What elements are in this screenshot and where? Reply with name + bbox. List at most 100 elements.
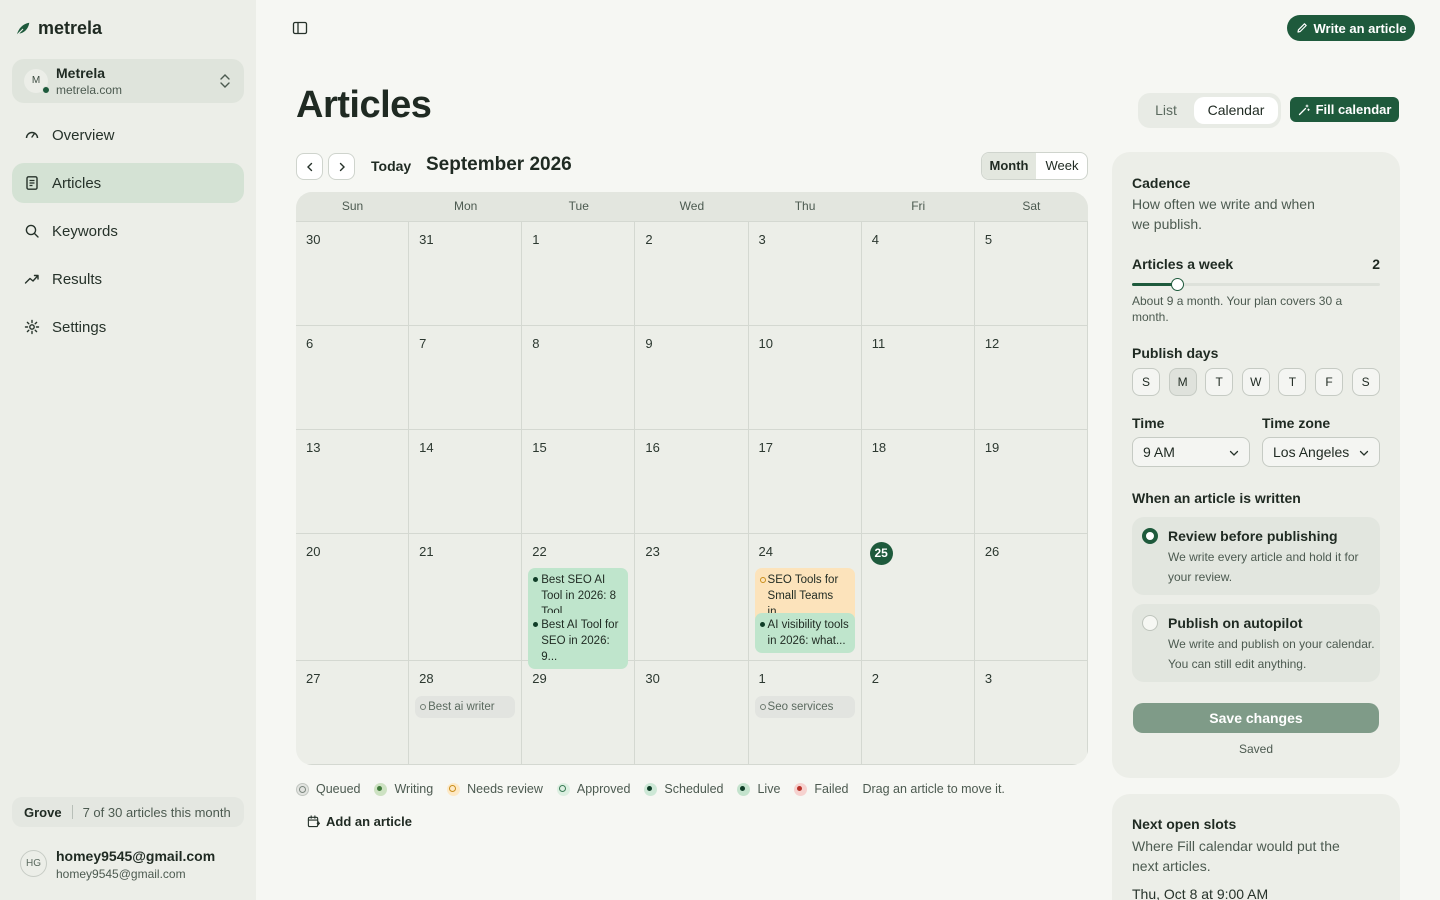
day-number: 5 — [984, 232, 993, 247]
radio-checked[interactable] — [1142, 528, 1158, 544]
legend-label: Scheduled — [664, 782, 724, 796]
day-number: 17 — [758, 440, 774, 455]
calendar-day-cell[interactable]: 7 — [409, 326, 523, 430]
user-avatar[interactable]: HG — [20, 850, 47, 877]
legend-failed: Failed — [794, 782, 848, 796]
calendar-day-cell[interactable]: 1 Seo services — [748, 661, 862, 765]
calendar-day-cell[interactable]: 31 — [409, 222, 523, 326]
slider-fill — [1132, 283, 1177, 286]
calendar-day-cell[interactable]: 14 — [409, 430, 523, 534]
articles-week-slider[interactable] — [1132, 278, 1380, 291]
user-name[interactable]: homey9545@gmail.com — [56, 848, 215, 864]
tab-list[interactable]: List — [1144, 97, 1188, 124]
calendar-day-cell[interactable]: 5 — [974, 222, 1088, 326]
slot-item[interactable]: Thu, Oct 8 at 9:00 AM — [1132, 884, 1268, 900]
calendar-day-cell[interactable]: 15 — [522, 430, 636, 534]
calendar-day-cell[interactable]: 17 — [748, 430, 862, 534]
publish-day-toggle[interactable]: S — [1132, 368, 1160, 396]
brand-logo[interactable]: metrela — [14, 18, 102, 39]
time-select[interactable]: 9 AM — [1132, 437, 1250, 467]
calendar-day-cell[interactable]: 19 — [974, 430, 1088, 534]
day-number: 16 — [645, 440, 660, 455]
next-month-button[interactable] — [328, 153, 355, 180]
sidebar-item-overview[interactable]: Overview — [12, 115, 244, 155]
fill-calendar-label: Fill calendar — [1315, 102, 1392, 117]
tab-week[interactable]: Week — [1036, 153, 1087, 179]
calendar-day-cell[interactable]: 25 — [861, 534, 975, 661]
sidebar-item-articles[interactable]: Articles — [12, 163, 244, 203]
calendar-day-cell[interactable]: 23 — [635, 534, 749, 661]
write-article-label: Write an article — [1313, 20, 1407, 36]
add-article-button[interactable]: Add an article — [307, 814, 412, 829]
needs-review-status-icon — [759, 577, 766, 583]
live-status-icon — [737, 782, 751, 796]
calendar-day-cell[interactable]: 26 — [974, 534, 1088, 661]
calendar-day-cell[interactable]: 2 — [635, 222, 749, 326]
calendar-day-cell[interactable]: 3 — [748, 222, 862, 326]
fill-calendar-button[interactable]: Fill calendar — [1290, 97, 1399, 122]
option-review-before-publishing[interactable]: Review before publishing We write every … — [1132, 517, 1380, 595]
calendar-day-cell[interactable]: 4 — [861, 222, 975, 326]
calendar-day-cell[interactable]: 20 — [296, 534, 410, 661]
slider-thumb[interactable] — [1170, 278, 1184, 291]
calendar-day-cell[interactable]: 27 — [296, 661, 410, 765]
publish-day-toggle[interactable]: M — [1168, 368, 1197, 396]
day-number: 11 — [871, 336, 886, 351]
calendar-day-cell[interactable]: 9 — [635, 326, 749, 430]
calendar-day-cell[interactable]: 30 — [635, 661, 749, 765]
article-chip-scheduled[interactable]: AI visibility tools in 2026: what... — [754, 613, 855, 653]
tab-month[interactable]: Month — [982, 153, 1036, 179]
divider — [71, 805, 73, 819]
legend-scheduled: Scheduled — [644, 782, 723, 796]
calendar-day-cell[interactable]: 30 — [296, 222, 410, 326]
calendar-day-cell[interactable]: 10 — [748, 326, 862, 430]
publish-day-toggle[interactable]: W — [1241, 368, 1270, 396]
timezone-value: Los Angeles — [1273, 444, 1350, 460]
calendar-day-cell[interactable]: 1 — [522, 222, 636, 326]
calendar-day-cell[interactable]: 18 — [861, 430, 975, 534]
calendar-day-cell[interactable]: 22 Best SEO AI Tool in 2026: 8 Tool... Bes… — [522, 534, 636, 669]
timezone-label: Time zone — [1262, 415, 1331, 431]
write-article-button[interactable]: Write an article — [1287, 15, 1415, 41]
calendar-day-cell[interactable]: 13 — [296, 430, 410, 534]
calendar-day-cell[interactable]: 29 — [522, 661, 636, 765]
workspace-switcher[interactable]: M Metrela metrela.com — [12, 59, 244, 103]
timezone-select[interactable]: Los Angeles — [1262, 437, 1380, 467]
calendar-day-cell[interactable]: 11 — [861, 326, 975, 430]
calendar-day-cell[interactable]: 3 — [974, 661, 1088, 765]
calendar-day-cell[interactable]: 21 — [409, 534, 523, 661]
day-number: 8 — [532, 336, 540, 351]
article-chip-queued[interactable]: Best ai writer — [415, 696, 516, 718]
calendar-day-cell[interactable]: 2 — [861, 661, 975, 765]
calendar-day-cell[interactable]: 8 — [522, 326, 636, 430]
tab-calendar[interactable]: Calendar — [1194, 97, 1278, 124]
queued-status-icon — [296, 782, 309, 796]
option-publish-on-autopilot[interactable]: Publish on autopilot We write and publis… — [1132, 604, 1380, 682]
prev-month-button[interactable] — [296, 153, 323, 180]
day-number: 7 — [419, 336, 427, 351]
chevron-up-down-icon — [220, 74, 230, 88]
calendar-day-cell[interactable]: 12 — [974, 326, 1088, 430]
slots-title: Next open slots — [1132, 816, 1237, 832]
calendar-day-cell[interactable]: 6 — [296, 326, 410, 430]
sidebar-item-results[interactable]: Results — [12, 259, 244, 299]
sidebar-item-keywords[interactable]: Keywords — [12, 211, 244, 251]
sidebar-item-label: Keywords — [52, 222, 118, 240]
today-button[interactable]: Today — [364, 153, 418, 180]
publish-day-toggle[interactable]: T — [1205, 368, 1234, 396]
calendar-day-cell[interactable]: 24 SEO Tools for Small Teams in... AI visi… — [748, 534, 862, 661]
save-changes-button[interactable]: Save changes — [1133, 703, 1379, 733]
plan-usage[interactable]: Grove 7 of 30 articles this month — [12, 797, 244, 827]
article-chip-queued[interactable]: Seo services — [754, 696, 855, 718]
plan-name: Grove — [24, 804, 62, 820]
publish-day-toggle[interactable]: F — [1315, 368, 1343, 396]
day-number: 2 — [645, 232, 653, 247]
sidebar-item-label: Results — [52, 270, 103, 288]
calendar-day-cell[interactable]: 28 Best ai writer — [409, 661, 523, 765]
sidebar-toggle-icon[interactable] — [292, 20, 308, 36]
publish-day-toggle[interactable]: T — [1278, 368, 1307, 396]
calendar-day-cell[interactable]: 16 — [635, 430, 749, 534]
sidebar-item-settings[interactable]: Settings — [12, 307, 244, 347]
radio-unchecked[interactable] — [1142, 615, 1158, 631]
publish-day-toggle[interactable]: S — [1351, 368, 1380, 396]
